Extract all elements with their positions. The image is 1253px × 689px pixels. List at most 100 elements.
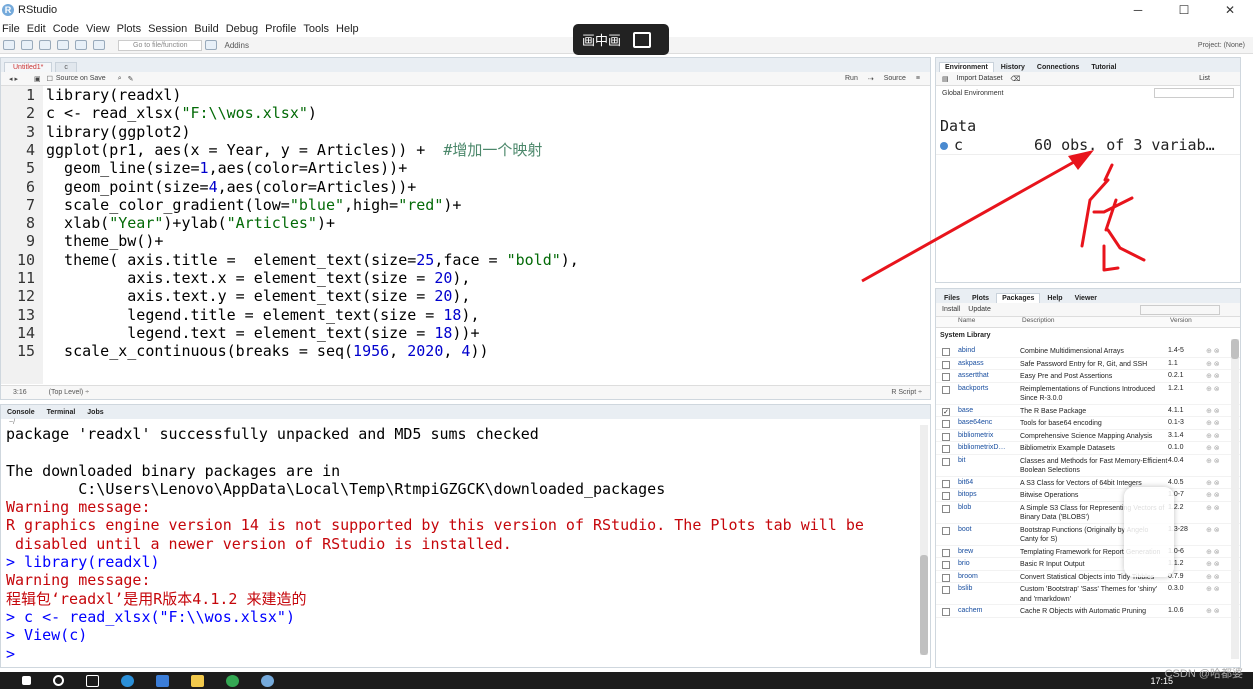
code-line[interactable]: 4 ggplot(pr1, aes(x = Year, y = Articles)… bbox=[1, 141, 542, 159]
package-name[interactable]: bit bbox=[958, 455, 1020, 476]
tab-c[interactable]: c bbox=[55, 62, 77, 72]
package-search-input[interactable] bbox=[1140, 304, 1220, 315]
import-dataset-button[interactable]: Import Dataset bbox=[957, 75, 1003, 82]
package-checkbox[interactable] bbox=[942, 420, 950, 428]
package-checkbox[interactable] bbox=[942, 586, 950, 594]
maximize-button[interactable]: ☐ bbox=[1161, 0, 1207, 20]
package-row[interactable]: ✓ base The R Base Package 4.1.1 ⊕ ⊗ bbox=[936, 405, 1240, 417]
open-project-icon[interactable] bbox=[21, 40, 33, 50]
env-object-row[interactable]: c 60 obs. of 3 variab… bbox=[936, 136, 1240, 155]
package-checkbox[interactable] bbox=[942, 504, 950, 513]
tab-history[interactable]: History bbox=[996, 63, 1030, 72]
source-on-save-checkbox[interactable]: ☐ bbox=[47, 75, 53, 83]
menu-file[interactable]: File bbox=[0, 23, 25, 35]
tab-plots[interactable]: Plots bbox=[967, 294, 994, 303]
save-source-icon[interactable]: ▣ bbox=[34, 75, 41, 83]
package-action-icons[interactable]: ⊕ ⊗ bbox=[1206, 571, 1220, 583]
code-line[interactable]: 7 scale_color_gradient(low="blue",high="… bbox=[1, 196, 461, 214]
start-icon[interactable] bbox=[22, 676, 31, 685]
code-line[interactable]: 10 theme( axis.title = element_text(size… bbox=[1, 251, 579, 269]
package-row[interactable]: bslib Custom 'Bootstrap' 'Sass' Themes fo… bbox=[936, 583, 1240, 605]
package-checkbox[interactable] bbox=[942, 373, 950, 381]
console-output[interactable]: package 'readxl' successfully unpacked a… bbox=[6, 425, 921, 663]
store-icon[interactable] bbox=[156, 674, 169, 687]
package-action-icons[interactable]: ⊕ ⊗ bbox=[1206, 558, 1220, 570]
menu-session[interactable]: Session bbox=[146, 23, 192, 35]
package-row[interactable]: bibliometrixD… Bibliometrix Example Datas… bbox=[936, 442, 1240, 455]
update-button[interactable]: Update bbox=[968, 306, 991, 313]
install-button[interactable]: Install bbox=[942, 306, 960, 313]
close-button[interactable]: ✕ bbox=[1207, 0, 1253, 20]
menu-debug[interactable]: Debug bbox=[224, 23, 263, 35]
addins-menu[interactable]: Addins bbox=[224, 41, 248, 50]
package-row[interactable]: blob A Simple S3 Class for Representing V… bbox=[936, 502, 1240, 524]
chrome-icon[interactable] bbox=[226, 674, 239, 687]
picture-in-picture-overlay[interactable]: 画中画 bbox=[573, 24, 669, 55]
global-environment-selector[interactable]: Global Environment bbox=[942, 90, 1003, 97]
tab-terminal[interactable]: Terminal bbox=[47, 409, 76, 416]
new-file-icon[interactable] bbox=[3, 40, 15, 50]
package-checkbox[interactable] bbox=[942, 492, 950, 500]
expand-icon[interactable] bbox=[940, 142, 948, 150]
package-row[interactable]: bit Classes and Methods for Fast Memory-E… bbox=[936, 455, 1240, 477]
project-menu[interactable]: Project: (None) bbox=[1198, 42, 1245, 49]
menu-help[interactable]: Help bbox=[334, 23, 364, 35]
header-version[interactable]: Version bbox=[1170, 317, 1210, 327]
package-checkbox[interactable]: ✓ bbox=[942, 407, 950, 416]
package-action-icons[interactable]: ⊕ ⊗ bbox=[1206, 417, 1220, 429]
tab-packages[interactable]: Packages bbox=[996, 293, 1041, 303]
tab-untitled1[interactable]: Untitled1* bbox=[4, 62, 53, 72]
floating-widget[interactable] bbox=[1124, 487, 1174, 577]
package-checkbox[interactable] bbox=[942, 573, 950, 582]
package-checkbox[interactable] bbox=[942, 479, 950, 488]
package-action-icons[interactable]: ⊕ ⊗ bbox=[1206, 583, 1220, 604]
menu-profile[interactable]: Profile bbox=[263, 23, 301, 35]
package-row[interactable]: cachem Cache R Objects with Automatic Pru… bbox=[936, 605, 1240, 618]
package-row[interactable]: brio Basic R Input Output 1.1.2 ⊕ ⊗ bbox=[936, 558, 1240, 571]
package-checkbox[interactable] bbox=[942, 548, 950, 557]
package-checkbox[interactable] bbox=[942, 385, 950, 394]
edge-icon[interactable] bbox=[121, 674, 134, 687]
package-checkbox[interactable] bbox=[942, 457, 950, 466]
tab-tutorial[interactable]: Tutorial bbox=[1086, 63, 1121, 72]
package-action-icons[interactable]: ⊕ ⊗ bbox=[1206, 345, 1220, 357]
grid-icon[interactable] bbox=[205, 40, 218, 50]
package-name[interactable]: bslib bbox=[958, 583, 1020, 604]
package-action-icons[interactable]: ⊕ ⊗ bbox=[1206, 455, 1220, 476]
list-view-selector[interactable]: List bbox=[1199, 75, 1240, 82]
package-row[interactable]: broom Convert Statistical Objects into Ti… bbox=[936, 571, 1240, 583]
code-line[interactable]: 15 scale_x_continuous(breaks = seq(1956,… bbox=[1, 342, 489, 360]
environment-search-input[interactable] bbox=[1154, 88, 1234, 98]
menu-edit[interactable]: Edit bbox=[25, 23, 51, 35]
package-action-icons[interactable]: ⊕ ⊗ bbox=[1206, 442, 1220, 454]
pip-expand-icon[interactable] bbox=[633, 31, 652, 48]
print-icon[interactable] bbox=[93, 40, 105, 50]
package-checkbox[interactable] bbox=[942, 526, 950, 535]
package-row[interactable]: base64enc Tools for base64 encoding 0.1-3 ⊕… bbox=[936, 417, 1240, 430]
code-line[interactable]: 2 c <- read_xlsx("F:\\wos.xlsx") bbox=[1, 104, 317, 122]
header-name[interactable]: Name bbox=[936, 317, 1022, 327]
packages-scrollbar[interactable] bbox=[1231, 339, 1239, 659]
package-row[interactable]: bibliometrix Comprehensive Science Mappin… bbox=[936, 430, 1240, 442]
menu-tools[interactable]: Tools bbox=[301, 23, 334, 35]
package-checkbox[interactable] bbox=[942, 445, 950, 453]
tab-console[interactable]: Console bbox=[7, 409, 35, 416]
package-name[interactable]: bit64 bbox=[958, 477, 1020, 489]
package-name[interactable]: askpass bbox=[958, 358, 1020, 370]
task-view-icon[interactable] bbox=[86, 674, 99, 687]
package-action-icons[interactable]: ⊕ ⊗ bbox=[1206, 405, 1220, 417]
file-explorer-icon[interactable] bbox=[191, 674, 204, 687]
package-action-icons[interactable]: ⊕ ⊗ bbox=[1206, 430, 1220, 442]
code-line[interactable]: 5 geom_line(size=1,aes(color=Articles))+ bbox=[1, 159, 407, 177]
package-checkbox[interactable] bbox=[942, 561, 950, 569]
code-line[interactable]: 9 theme_bw()+ bbox=[1, 232, 163, 250]
menu-plots[interactable]: Plots bbox=[115, 23, 146, 35]
goto-file-input[interactable]: Go to file/function bbox=[118, 39, 203, 51]
package-row[interactable]: backports Reimplementations of Functions … bbox=[936, 383, 1240, 405]
package-checkbox[interactable] bbox=[942, 360, 950, 369]
code-line[interactable]: 3 library(ggplot2) bbox=[1, 123, 191, 141]
package-action-icons[interactable]: ⊕ ⊗ bbox=[1206, 546, 1220, 558]
package-action-icons[interactable]: ⊕ ⊗ bbox=[1206, 489, 1220, 501]
outline-icon[interactable]: ≡ bbox=[916, 75, 920, 83]
package-action-icons[interactable]: ⊕ ⊗ bbox=[1206, 524, 1220, 545]
